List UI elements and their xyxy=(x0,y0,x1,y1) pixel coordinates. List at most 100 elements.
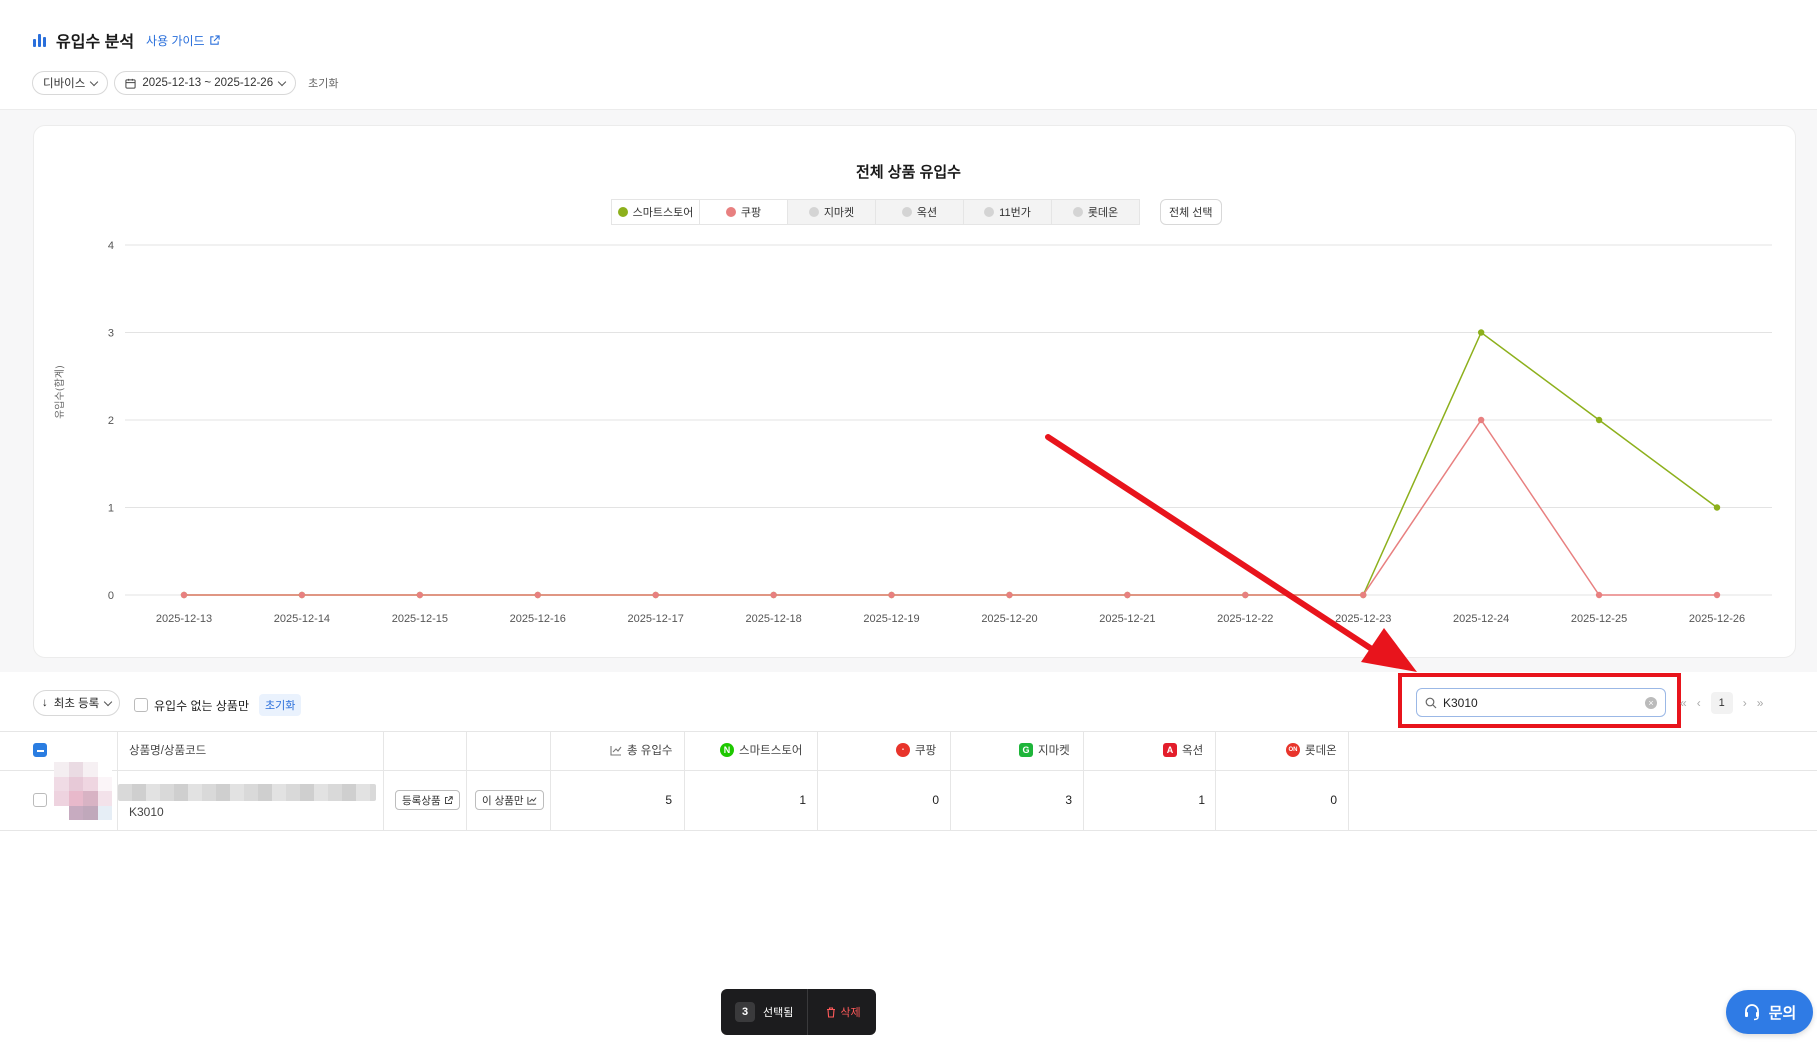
first-page-icon[interactable]: « xyxy=(1680,696,1687,710)
header-coupang[interactable]: • 쿠팡 xyxy=(896,742,936,758)
sort-label: 최초 등록 xyxy=(53,698,100,710)
selection-action-bar: 3 선택됨 삭제 xyxy=(721,989,876,1035)
no-inflow-checkbox[interactable] xyxy=(134,698,148,712)
header-auction[interactable]: A 옥션 xyxy=(1163,742,1203,758)
selected-count: 3 xyxy=(735,1002,755,1022)
x-tick-label: 2025-12-18 xyxy=(745,613,801,625)
arrow-down-icon: ↓ xyxy=(42,697,48,709)
header-smartstore-label: 스마트스토어 xyxy=(739,745,803,757)
y-tick-label: 3 xyxy=(108,328,114,340)
x-tick-label: 2025-12-24 xyxy=(1453,613,1509,625)
coupang-value: 0 xyxy=(932,793,939,807)
col-divider xyxy=(684,731,685,830)
page-number[interactable]: 1 xyxy=(1710,692,1733,714)
col-divider xyxy=(1215,731,1216,830)
headset-icon xyxy=(1744,1004,1759,1021)
header-coupang-label: 쿠팡 xyxy=(915,745,937,757)
x-tick-label: 2025-12-25 xyxy=(1571,613,1627,625)
external-link-icon xyxy=(444,795,453,804)
smartstore-value: 1 xyxy=(799,793,806,807)
auction-value: 1 xyxy=(1198,793,1205,807)
product-code: K3010 xyxy=(129,805,164,819)
x-tick-label: 2025-12-13 xyxy=(156,613,212,625)
data-point xyxy=(1124,591,1131,599)
registered-product-button[interactable]: 등록상품 xyxy=(395,790,460,810)
x-tick-label: 2025-12-19 xyxy=(863,613,919,625)
header-lotteon-label: 롯데온 xyxy=(1305,745,1337,757)
naver-icon: N xyxy=(720,743,734,757)
data-point xyxy=(534,591,541,599)
y-tick-label: 1 xyxy=(108,503,114,515)
data-point xyxy=(1477,329,1485,336)
table-row-bottom-border xyxy=(0,830,1817,831)
col-divider xyxy=(817,731,818,830)
gmarket-icon: G xyxy=(1019,743,1033,757)
highlight-annotation-box xyxy=(1398,673,1681,728)
col-divider xyxy=(550,731,551,830)
annotation-arrow-head xyxy=(1361,628,1417,672)
delete-label: 삭제 xyxy=(840,1007,861,1019)
series-line xyxy=(184,331,1718,596)
pagination: « ‹ 1 › » xyxy=(1680,692,1763,714)
col-divider xyxy=(950,731,951,830)
x-tick-label: 2025-12-16 xyxy=(510,613,566,625)
x-tick-label: 2025-12-23 xyxy=(1335,613,1391,625)
data-point xyxy=(888,591,895,599)
y-tick-label: 4 xyxy=(108,240,114,252)
inquiry-label: 문의 xyxy=(1768,1004,1797,1022)
header-product: 상품명/상품코드 xyxy=(129,745,207,757)
data-point xyxy=(1595,591,1603,599)
data-point xyxy=(652,591,659,599)
product-name-blurred xyxy=(118,784,376,801)
header-total-label: 총 유입수 xyxy=(627,745,673,757)
data-point xyxy=(1713,591,1721,599)
toolbar-reset-button[interactable]: 초기화 xyxy=(259,694,302,716)
registered-product-label: 등록상품 xyxy=(402,794,441,807)
prev-page-icon[interactable]: ‹ xyxy=(1697,696,1701,710)
x-tick-label: 2025-12-22 xyxy=(1217,613,1273,625)
this-product-only-button[interactable]: 이 상품만 xyxy=(475,790,544,810)
line-chart: 0 1 2 3 4 2025-12-13 2025-12-14 2025-12-15 2025-… xyxy=(53,240,1772,672)
data-point xyxy=(1595,416,1603,424)
delete-button[interactable]: 삭제 xyxy=(826,1004,861,1020)
header-smartstore[interactable]: N 스마트스토어 xyxy=(720,742,802,758)
this-product-only-label: 이 상품만 xyxy=(482,794,524,807)
header-gmarket[interactable]: G 지마켓 xyxy=(1019,742,1070,758)
table-header-bottom-border xyxy=(0,770,1817,771)
product-thumbnail xyxy=(54,762,112,820)
chevron-down-icon xyxy=(104,697,113,706)
data-point xyxy=(1006,591,1013,599)
x-tick-label: 2025-12-15 xyxy=(392,613,448,625)
coupang-icon: • xyxy=(896,743,910,757)
next-page-icon[interactable]: › xyxy=(1743,696,1747,710)
col-divider xyxy=(466,731,467,830)
sort-dropdown[interactable]: ↓ 최초 등록 xyxy=(33,690,121,716)
y-tick-label: 0 xyxy=(108,590,114,602)
x-tick-label: 2025-12-20 xyxy=(981,613,1037,625)
header-total[interactable]: 총 유입수 xyxy=(610,742,673,758)
action-divider xyxy=(807,989,809,1035)
no-inflow-label: 유입수 없는 상품만 xyxy=(154,698,249,713)
x-tick-label: 2025-12-26 xyxy=(1689,613,1745,625)
data-point xyxy=(1360,591,1367,599)
row-checkbox[interactable] xyxy=(33,793,47,807)
total-inflow-value: 5 xyxy=(665,793,672,807)
y-tick-label: 2 xyxy=(108,415,114,427)
line-chart-icon xyxy=(526,796,537,805)
x-tick-label: 2025-12-14 xyxy=(274,613,330,625)
select-all-rows-checkbox[interactable] xyxy=(33,743,47,757)
y-axis-label: 유입수(합계) xyxy=(53,365,66,419)
inquiry-button[interactable]: 문의 xyxy=(1726,990,1813,1034)
header-auction-label: 옥션 xyxy=(1182,745,1204,757)
header-lotteon[interactable]: ON 롯데온 xyxy=(1286,742,1337,758)
col-divider xyxy=(1083,731,1084,830)
lotteon-value: 0 xyxy=(1330,793,1337,807)
col-divider xyxy=(117,731,118,830)
table-header-top-border xyxy=(0,731,1817,732)
selected-label: 선택됨 xyxy=(763,1007,794,1019)
data-point xyxy=(770,591,777,599)
header-gmarket-label: 지마켓 xyxy=(1038,745,1070,757)
annotation-arrow-shaft xyxy=(1045,434,1393,664)
last-page-icon[interactable]: » xyxy=(1757,696,1764,710)
trash-icon xyxy=(827,1006,836,1018)
